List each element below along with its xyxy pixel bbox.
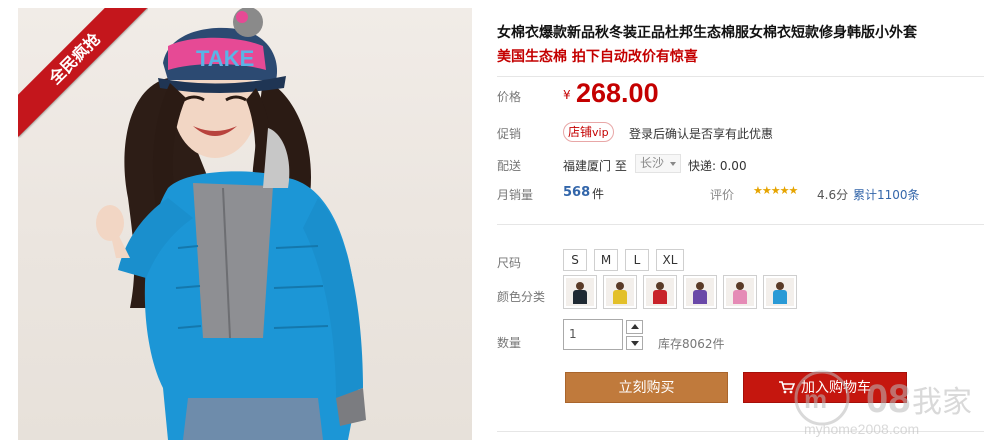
shipping-label: 配送: [497, 159, 522, 173]
arrow-down-icon: [631, 341, 639, 346]
buy-now-button[interactable]: 立刻购买: [565, 372, 728, 403]
rating-score: 4.6分: [817, 188, 849, 202]
ribbon-text: 全民疯抢: [18, 8, 148, 137]
promotion-text: 登录后确认是否享有此优惠: [629, 127, 774, 141]
arrow-up-icon: [631, 324, 639, 329]
vip-badge-main: 店铺: [568, 125, 593, 139]
shipping-destination-select[interactable]: 长沙: [635, 154, 681, 173]
swatch-thumbnail: [606, 278, 634, 306]
quantity-label: 数量: [497, 336, 522, 350]
promotion-label: 促销: [497, 127, 522, 141]
chevron-down-icon: [670, 162, 676, 166]
swatch-thumbnail: [766, 278, 794, 306]
watermark-text: 我家: [912, 385, 972, 420]
quantity-input[interactable]: 1: [563, 319, 623, 350]
color-label: 颜色分类: [497, 290, 546, 304]
color-swatch-purple[interactable]: [683, 275, 717, 309]
stock-count: 库存8062件: [658, 337, 725, 351]
price-label: 价格: [497, 90, 522, 104]
swatch-thumbnail: [646, 278, 674, 306]
currency-symbol: ¥: [563, 88, 571, 102]
swatch-thumbnail: [726, 278, 754, 306]
size-option-l[interactable]: L: [625, 249, 649, 271]
color-swatch-black[interactable]: [563, 275, 597, 309]
divider: [497, 224, 984, 225]
rating-stars-icon: ★★★★★: [753, 184, 798, 197]
shipping-from: 福建厦门 至: [563, 159, 627, 173]
monthly-sales-unit: 件: [592, 187, 605, 201]
color-swatch-pink[interactable]: [723, 275, 757, 309]
vip-badge-vip: vip: [592, 126, 609, 139]
size-option-xl[interactable]: XL: [656, 249, 684, 271]
svg-text:08: 08: [866, 377, 911, 421]
price-value: 268.00: [576, 78, 659, 108]
watermark-url: myhome2008.com: [804, 421, 919, 437]
size-option-s[interactable]: S: [563, 249, 587, 271]
promo-corner-ribbon: 全民疯抢: [18, 8, 148, 138]
color-swatch-blue[interactable]: [763, 275, 797, 309]
quantity-increase-button[interactable]: [626, 320, 643, 334]
product-subtitle: 美国生态棉 拍下自动改价有惊喜: [497, 49, 698, 65]
svg-text:TAKE: TAKE: [196, 46, 254, 71]
rating-label: 评价: [710, 188, 735, 202]
quantity-decrease-button[interactable]: [626, 336, 643, 350]
review-count-link[interactable]: 累计1100条: [853, 186, 920, 203]
color-swatch-yellow[interactable]: [603, 275, 637, 309]
size-label: 尺码: [497, 256, 522, 270]
site-watermark-logo: m 08 我家 myhome2008.com: [794, 370, 972, 437]
color-swatch-red[interactable]: [643, 275, 677, 309]
divider: [497, 76, 984, 77]
store-vip-badge: 店铺vip: [563, 122, 614, 142]
monthly-sales-count: 568: [563, 185, 591, 200]
swatch-thumbnail: [686, 278, 714, 306]
svg-text:m: m: [804, 384, 827, 414]
size-option-m[interactable]: M: [594, 249, 618, 271]
monthly-sales-label: 月销量: [497, 188, 534, 202]
shipping-destination: 长沙: [640, 156, 665, 170]
product-title: 女棉衣爆款新品秋冬装正品杜邦生态棉服女棉衣短款修身韩版小外套: [497, 25, 917, 41]
product-photo[interactable]: TAKE 全民疯抢: [18, 8, 472, 440]
product-page: TAKE 全民疯抢 女棉衣爆款新品秋冬装正品杜邦生态棉服女棉衣短款修身韩版小外套…: [0, 0, 984, 441]
shipping-fee: 快递: 0.00: [688, 159, 747, 173]
swatch-thumbnail: [566, 278, 594, 306]
